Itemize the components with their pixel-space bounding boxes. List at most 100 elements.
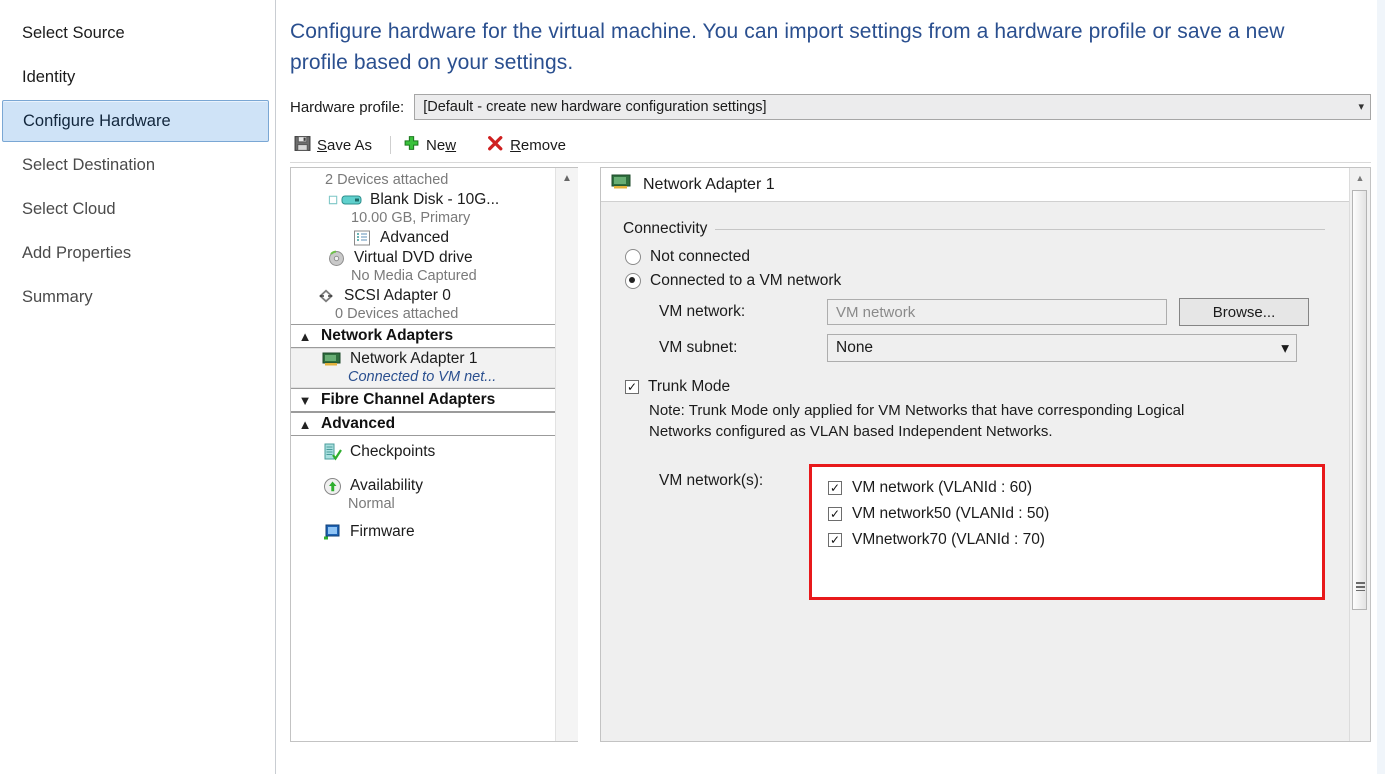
vm-networks-list[interactable]: ✓ VM network (VLANId : 60) ✓ VM network5…	[809, 464, 1325, 600]
wizard-sidebar: Select Source Identity Configure Hardwar…	[0, 0, 276, 774]
chevron-down-icon[interactable]: ▾	[330, 167, 346, 170]
page-title: Configure hardware for the virtual machi…	[290, 16, 1320, 78]
hardware-profile-value: [Default - create new hardware configura…	[423, 99, 766, 115]
scrollbar-thumb[interactable]	[1352, 190, 1367, 610]
tree-section-label: Advanced	[321, 415, 395, 433]
vm-networks-row: VM network(s): ✓ VM network (VLANId : 60…	[659, 464, 1325, 600]
tree-section-label: Fibre Channel Adapters	[321, 391, 495, 409]
chevron-double-up-icon[interactable]: ▲	[297, 329, 313, 344]
tree-section-fibre-channel-adapters[interactable]: ▼ Fibre Channel Adapters	[291, 388, 555, 412]
sidebar-item-label: Select Destination	[22, 156, 155, 175]
sidebar-item-label: Configure Hardware	[23, 112, 171, 131]
sidebar-item-select-destination[interactable]: Select Destination	[0, 144, 275, 186]
chevron-down-icon: ▾	[1358, 102, 1364, 113]
tree-item-subtext: 2 Devices attached	[291, 172, 555, 190]
radio-not-connected[interactable]: Not connected	[625, 248, 1325, 266]
tree-item-subtext: 10.00 GB, Primary	[291, 210, 555, 228]
vm-subnet-label: VM subnet:	[659, 339, 827, 357]
chevron-double-down-icon[interactable]: ▼	[297, 393, 313, 408]
tree-item-label: Checkpoints	[350, 443, 435, 461]
wizard-window: Select Source Identity Configure Hardwar…	[0, 0, 1385, 774]
sidebar-item-select-cloud[interactable]: Select Cloud	[0, 188, 275, 230]
tree-section-network-adapters[interactable]: ▲ Network Adapters	[291, 324, 555, 348]
vm-network-checkbox[interactable]: ✓	[828, 481, 842, 495]
firmware-icon	[321, 523, 343, 541]
tree-item-subtext: Connected to VM net...	[291, 369, 555, 387]
save-as-label: Save As	[317, 137, 372, 154]
radio-connected-to-vm-network[interactable]: Connected to a VM network	[625, 272, 1325, 290]
tree-item-label: Firmware	[350, 523, 415, 541]
sidebar-item-label: Select Cloud	[22, 200, 116, 219]
tree-section-label: Network Adapters	[321, 327, 453, 345]
toolbar-separator	[474, 136, 475, 154]
sidebar-item-summary[interactable]: Summary	[0, 276, 275, 318]
dvd-drive-icon	[325, 249, 347, 267]
chevron-down-icon: ▾	[1281, 339, 1289, 358]
chevron-double-up-icon[interactable]: ▲	[297, 417, 313, 432]
tree-item-scsi-adapter-0[interactable]: SCSI Adapter 0	[291, 286, 555, 306]
tree-item-advanced-disk[interactable]: Advanced	[291, 228, 555, 248]
sidebar-item-identity[interactable]: Identity	[0, 56, 275, 98]
tree-sub-label: Connected to VM net...	[348, 369, 496, 385]
sidebar-item-label: Add Properties	[22, 244, 131, 263]
expand-box-icon[interactable]: ☐	[325, 194, 341, 207]
list-item[interactable]: ✓ VM network (VLANId : 60)	[828, 475, 1322, 501]
remove-button[interactable]: Remove	[483, 133, 576, 158]
hardware-profile-row: Hardware profile: [Default - create new …	[290, 94, 1371, 120]
hardware-tree: ▾ IDE Devices 2 Devices attached ☐	[291, 167, 555, 741]
tree-item-availability[interactable]: Availability	[291, 476, 555, 496]
sidebar-item-label: Identity	[22, 68, 75, 87]
tree-item-blank-disk[interactable]: ☐ Blank Disk - 10G...	[291, 190, 555, 210]
detail-scrollbar[interactable]: ▲	[1349, 168, 1370, 741]
vm-subnet-select[interactable]: None ▾	[827, 334, 1297, 362]
vm-network-row: VM network: VM network Browse...	[659, 298, 1325, 326]
new-button[interactable]: New	[399, 133, 466, 158]
trunk-mode-checkbox[interactable]: ✓	[625, 380, 639, 394]
vm-network-checkbox[interactable]: ✓	[828, 507, 842, 521]
tree-item-subtext: No Media Captured	[291, 268, 555, 286]
tree-item-firmware[interactable]: Firmware	[291, 522, 555, 542]
tree-section-advanced[interactable]: ▲ Advanced	[291, 412, 555, 436]
trunk-mode-note: Note: Trunk Mode only applied for VM Net…	[649, 400, 1209, 442]
radio-button[interactable]	[625, 249, 641, 265]
radio-label: Connected to a VM network	[650, 272, 841, 290]
tree-sub-label: Normal	[348, 496, 395, 512]
floppy-disk-icon	[294, 135, 311, 156]
hardware-profile-select[interactable]: [Default - create new hardware configura…	[414, 94, 1371, 120]
green-plus-icon	[403, 135, 420, 156]
radio-button-selected[interactable]	[625, 273, 641, 289]
browse-button[interactable]: Browse...	[1179, 298, 1309, 326]
tree-item-virtual-dvd-drive[interactable]: Virtual DVD drive	[291, 248, 555, 268]
sidebar-item-add-properties[interactable]: Add Properties	[0, 232, 275, 274]
hardware-tree-scrollbar[interactable]: ▲	[555, 168, 578, 741]
tree-sub-label: No Media Captured	[351, 268, 477, 284]
trunk-mode-label: Trunk Mode	[648, 378, 730, 396]
scroll-up-arrow-icon[interactable]: ▲	[1350, 168, 1370, 188]
connectivity-group-label: Connectivity	[623, 220, 707, 238]
sidebar-item-select-source[interactable]: Select Source	[0, 12, 275, 54]
vm-subnet-row: VM subnet: None ▾	[659, 334, 1325, 362]
tree-item-label: Advanced	[380, 229, 449, 247]
vm-network-value: VM network	[836, 304, 915, 321]
scroll-up-arrow-icon[interactable]: ▲	[556, 168, 578, 188]
red-x-icon	[487, 135, 504, 156]
tree-item-row[interactable]: Network Adapter 1	[291, 349, 555, 369]
list-item[interactable]: ✓ VM network50 (VLANId : 50)	[828, 501, 1322, 527]
detail-title-text: Network Adapter 1	[643, 176, 775, 194]
tree-item-network-adapter-1[interactable]: Network Adapter 1 Connected to VM net...	[291, 348, 555, 388]
tree-item-subtext: 0 Devices attached	[291, 306, 555, 324]
vm-network-checkbox[interactable]: ✓	[828, 533, 842, 547]
main-pane: Configure hardware for the virtual machi…	[276, 0, 1385, 774]
vm-networks-label: VM network(s):	[659, 464, 809, 490]
sidebar-item-configure-hardware[interactable]: Configure Hardware	[2, 100, 269, 142]
vm-network-input[interactable]: VM network	[827, 299, 1167, 325]
save-as-button[interactable]: Save As	[290, 133, 382, 158]
sidebar-item-label: Select Source	[22, 24, 125, 43]
ide-devices-icon	[301, 167, 323, 171]
list-item-label: VM network (VLANId : 60)	[852, 479, 1032, 497]
hardware-split: ▾ IDE Devices 2 Devices attached ☐	[290, 167, 1371, 742]
tree-sub-label: 10.00 GB, Primary	[351, 210, 470, 226]
list-item[interactable]: ✓ VMnetwork70 (VLANId : 70)	[828, 527, 1322, 553]
trunk-mode-row[interactable]: ✓ Trunk Mode	[625, 378, 1325, 396]
tree-item-checkpoints[interactable]: Checkpoints	[291, 442, 555, 462]
